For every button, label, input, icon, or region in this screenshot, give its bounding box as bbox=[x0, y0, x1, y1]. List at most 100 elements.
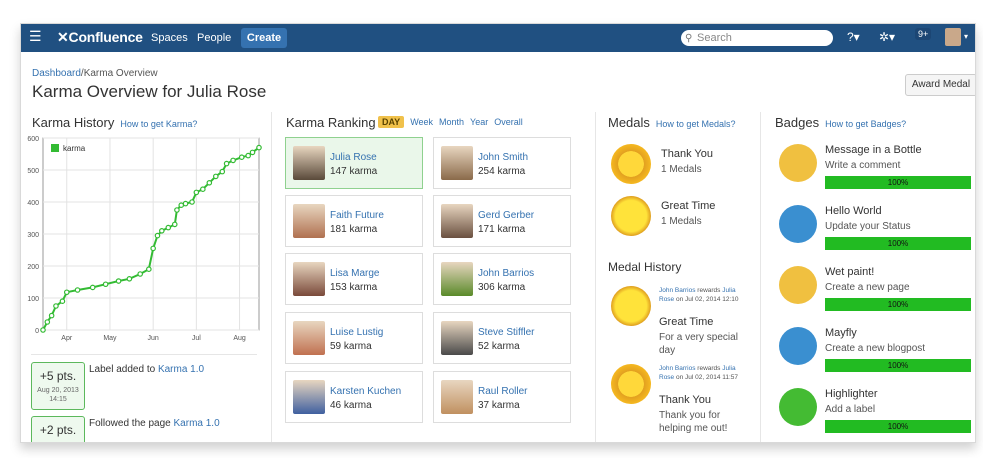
confluence-logo[interactable]: ✕Confluence bbox=[57, 29, 143, 46]
ranking-card[interactable]: Steve Stiffler 52 karma bbox=[433, 312, 571, 364]
chevron-down-icon[interactable]: ▾ bbox=[964, 32, 968, 41]
badge-description: Write a comment bbox=[825, 160, 901, 171]
search-placeholder: Search bbox=[697, 32, 732, 44]
giver-link[interactable]: John Barrios bbox=[659, 365, 696, 372]
medal-title: Thank You bbox=[661, 148, 713, 160]
karma-data-point bbox=[213, 173, 219, 180]
ranking-card[interactable]: Raul Roller 37 karma bbox=[433, 371, 571, 423]
activity-text: Followed the page Karma 1.0 bbox=[89, 418, 220, 429]
search-input[interactable]: ⚲ Search bbox=[681, 30, 833, 46]
karma-data-point bbox=[219, 168, 226, 175]
person-name-link[interactable]: Gerd Gerber bbox=[478, 210, 534, 221]
tab-month[interactable]: Month bbox=[439, 117, 464, 127]
person-name-link[interactable]: John Barrios bbox=[478, 268, 534, 279]
tab-week[interactable]: Week bbox=[410, 117, 433, 127]
avatar bbox=[293, 380, 325, 414]
karma-data-point bbox=[245, 152, 252, 159]
person-name-link[interactable]: John Smith bbox=[478, 152, 528, 163]
person-karma: 37 karma bbox=[478, 400, 520, 411]
ranking-period-tabs: DAY Week Month Year Overall bbox=[378, 116, 529, 128]
karma-help-link[interactable]: How to get Karma? bbox=[120, 119, 197, 129]
ranking-card[interactable]: Karsten Kuchen 46 karma bbox=[285, 371, 423, 423]
avatar bbox=[293, 262, 325, 296]
karma-history-chart: 0 100 200 300 400 500 600 Apr May Jun Jul Aug karma bbox=[27, 136, 262, 342]
notifications-badge[interactable]: 9+ bbox=[915, 28, 932, 40]
ranking-card[interactable]: John Barrios 306 karma bbox=[433, 253, 571, 305]
karma-data-point bbox=[40, 327, 46, 333]
user-avatar[interactable] bbox=[945, 28, 961, 46]
karma-data-point bbox=[63, 289, 70, 296]
karma-data-point bbox=[230, 157, 236, 164]
person-karma: 306 karma bbox=[478, 282, 526, 293]
x-tick-label: Jun bbox=[148, 335, 159, 342]
ranking-card[interactable]: Gerd Gerber 171 karma bbox=[433, 195, 571, 247]
ranking-card[interactable]: John Smith 254 karma bbox=[433, 137, 571, 189]
search-icon: ⚲ bbox=[685, 33, 693, 44]
medal-title: Great Time bbox=[661, 200, 716, 212]
medal-history-heading: Medal History bbox=[608, 260, 682, 274]
points-badge: +5 pts. Aug 20, 2013 14:15 bbox=[31, 362, 85, 410]
x-tick-label: Apr bbox=[61, 335, 73, 342]
tab-year[interactable]: Year bbox=[470, 117, 488, 127]
points-badge: +2 pts. bbox=[31, 416, 85, 442]
karma-data-point bbox=[200, 186, 206, 193]
column-divider bbox=[595, 112, 596, 442]
badge-progress-bar: 100% bbox=[825, 176, 971, 189]
badge-description: Update your Status bbox=[825, 221, 911, 232]
karma-data-point bbox=[154, 232, 161, 239]
x-tick-label: Aug bbox=[233, 335, 246, 342]
ranking-card[interactable]: Faith Future 181 karma bbox=[285, 195, 423, 247]
nav-spaces[interactable]: Spaces bbox=[151, 32, 188, 44]
create-button[interactable]: Create bbox=[241, 28, 287, 48]
person-name-link[interactable]: Luise Lustig bbox=[330, 327, 383, 338]
karma-data-point bbox=[59, 298, 66, 305]
nav-people[interactable]: People bbox=[197, 32, 231, 44]
breadcrumb-dashboard[interactable]: Dashboard bbox=[32, 68, 81, 79]
avatar bbox=[441, 321, 473, 355]
person-karma: 46 karma bbox=[330, 400, 372, 411]
gear-icon[interactable]: ✲▾ bbox=[879, 30, 895, 44]
karma-data-point bbox=[223, 160, 230, 167]
x-tick-label: May bbox=[103, 335, 117, 342]
medals-help-link[interactable]: How to get Medals? bbox=[656, 119, 736, 129]
breadcrumb: Dashboard/Karma Overview bbox=[32, 68, 158, 79]
help-icon[interactable]: ?▾ bbox=[847, 30, 860, 44]
divider bbox=[31, 354, 257, 355]
badge-progress-bar: 100% bbox=[825, 298, 971, 311]
karma-data-point bbox=[126, 276, 133, 282]
meta-date: on Jul 02, 2014 11:57 bbox=[674, 374, 739, 381]
meta-text: rewards bbox=[695, 365, 723, 372]
app-menu-icon[interactable]: ☰ bbox=[29, 29, 43, 43]
medals-heading: Medals How to get Medals? bbox=[608, 115, 735, 130]
karma-data-point bbox=[53, 303, 59, 309]
badge-title: Wet paint! bbox=[825, 266, 875, 278]
person-name-link[interactable]: Steve Stiffler bbox=[478, 327, 535, 338]
ranking-card[interactable]: Luise Lustig 59 karma bbox=[285, 312, 423, 364]
activity-text: Label added to Karma 1.0 bbox=[89, 364, 204, 375]
tab-overall[interactable]: Overall bbox=[494, 117, 523, 127]
person-name-link[interactable]: Faith Future bbox=[330, 210, 384, 221]
activity-description: Followed the page bbox=[89, 418, 171, 429]
award-medal-button[interactable]: Award Medal bbox=[905, 74, 975, 96]
karma-data-point bbox=[89, 284, 96, 291]
person-name-link[interactable]: Karsten Kuchen bbox=[330, 386, 401, 397]
activity-link[interactable]: Karma 1.0 bbox=[174, 418, 220, 429]
person-name-link[interactable]: Lisa Marge bbox=[330, 268, 379, 279]
person-name-link[interactable]: Raul Roller bbox=[478, 386, 527, 397]
giver-link[interactable]: John Barrios bbox=[659, 287, 696, 294]
badge-title: Mayfly bbox=[825, 327, 857, 339]
ranking-card[interactable]: Julia Rose 147 karma bbox=[285, 137, 423, 189]
avatar bbox=[293, 204, 325, 238]
ranking-card[interactable]: Lisa Marge 153 karma bbox=[285, 253, 423, 305]
activity-link[interactable]: Karma 1.0 bbox=[158, 364, 204, 375]
karma-history-title: Karma History bbox=[32, 115, 115, 130]
points-date: Aug 20, 2013 14:15 bbox=[37, 387, 79, 403]
medal-history-desc: For a very special day bbox=[659, 332, 738, 356]
badges-help-link[interactable]: How to get Badges? bbox=[825, 119, 906, 129]
avatar bbox=[293, 146, 325, 180]
tab-day[interactable]: DAY bbox=[378, 116, 405, 128]
person-karma: 254 karma bbox=[478, 166, 526, 177]
legend-swatch bbox=[51, 144, 59, 152]
person-name-link[interactable]: Julia Rose bbox=[330, 152, 377, 163]
karma-data-point bbox=[74, 287, 81, 293]
